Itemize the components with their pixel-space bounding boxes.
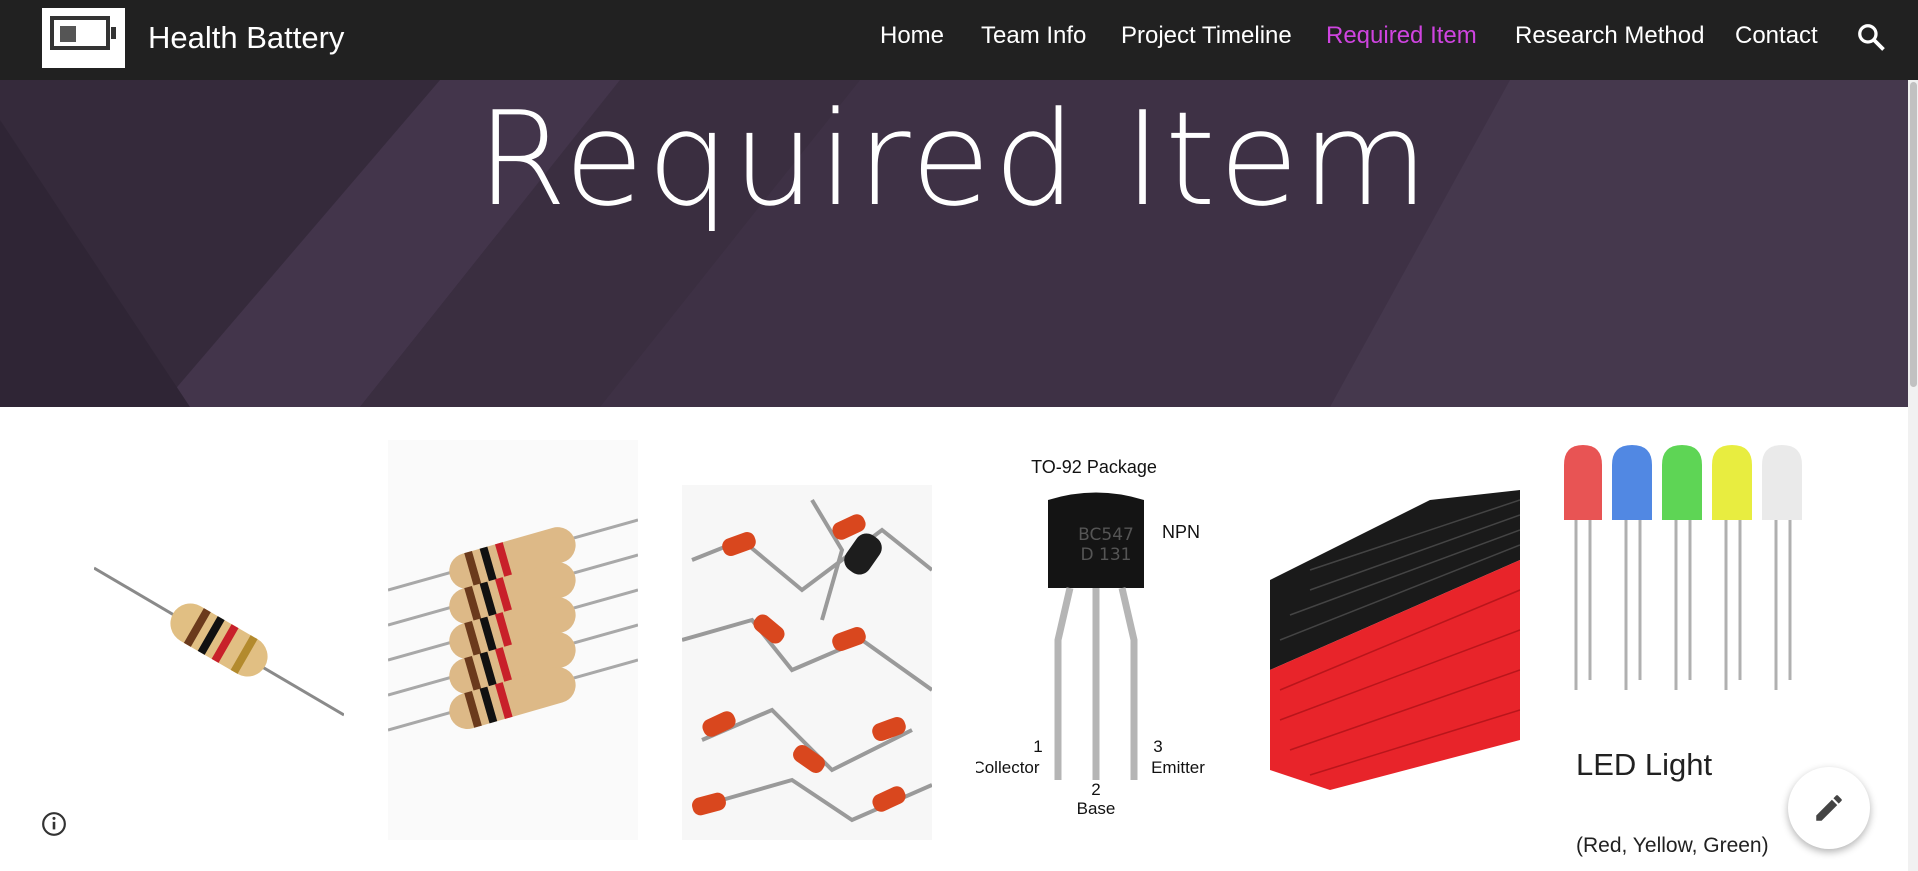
pin-2-number: 2 xyxy=(1091,780,1100,799)
site-title[interactable]: Health Battery xyxy=(148,20,344,56)
pin-2-name: Base xyxy=(1077,799,1116,818)
pin-1-name: Collector xyxy=(976,758,1040,777)
gallery-item-resistors[interactable] xyxy=(388,440,638,840)
pin-3-name: Emitter xyxy=(1151,758,1205,777)
wires-image xyxy=(1270,440,1520,840)
gallery-item-led-lights[interactable] xyxy=(1564,440,1814,740)
nav-item-contact[interactable]: Contact xyxy=(1735,22,1818,50)
edit-button[interactable] xyxy=(1788,767,1870,849)
gallery-item-resistor[interactable] xyxy=(94,440,344,840)
led-lights-image xyxy=(1564,440,1814,740)
pin-3-number: 3 xyxy=(1153,737,1162,756)
transistor-diagram-image: TO-92 Package BC547 D 131 NPN 1 Collecto… xyxy=(976,440,1226,840)
resistor-image xyxy=(94,566,344,717)
battery-logo-icon[interactable] xyxy=(42,8,125,68)
search-icon[interactable] xyxy=(1856,22,1886,52)
battery-terminal xyxy=(111,27,116,39)
pencil-icon xyxy=(1816,795,1842,821)
gallery-item-transistor[interactable]: TO-92 Package BC547 D 131 NPN 1 Collecto… xyxy=(976,440,1226,840)
led-light-subtitle: (Red, Yellow, Green) xyxy=(1576,834,1769,857)
nav-item-research-method[interactable]: Research Method xyxy=(1515,22,1704,50)
page-title: Required Item xyxy=(476,83,1432,235)
scrollbar-thumb[interactable] xyxy=(1910,82,1917,387)
transistor-package-label: TO-92 Package xyxy=(1031,457,1157,477)
nav-item-required-item[interactable]: Required Item xyxy=(1326,22,1477,50)
battery-outline xyxy=(50,16,110,50)
diodes-image xyxy=(682,485,932,840)
transistor-marking-2: D 131 xyxy=(1081,545,1132,565)
pin-1-number: 1 xyxy=(1033,737,1042,756)
info-icon[interactable] xyxy=(41,811,67,837)
top-navigation-bar: Health Battery Home Team Info Project Ti… xyxy=(0,0,1918,80)
nav-item-home[interactable]: Home xyxy=(880,22,944,50)
resistors-group-image xyxy=(388,440,638,840)
nav-item-team-info[interactable]: Team Info xyxy=(981,22,1086,50)
transistor-marking-1: BC547 xyxy=(1078,525,1134,545)
nav-item-project-timeline[interactable]: Project Timeline xyxy=(1121,22,1292,50)
transistor-type-label: NPN xyxy=(1162,522,1200,542)
gallery-item-diodes[interactable] xyxy=(682,440,932,840)
gallery-item-wires[interactable] xyxy=(1270,440,1520,840)
hero-banner: Required Item xyxy=(0,80,1908,407)
led-light-title: LED Light xyxy=(1576,747,1713,782)
